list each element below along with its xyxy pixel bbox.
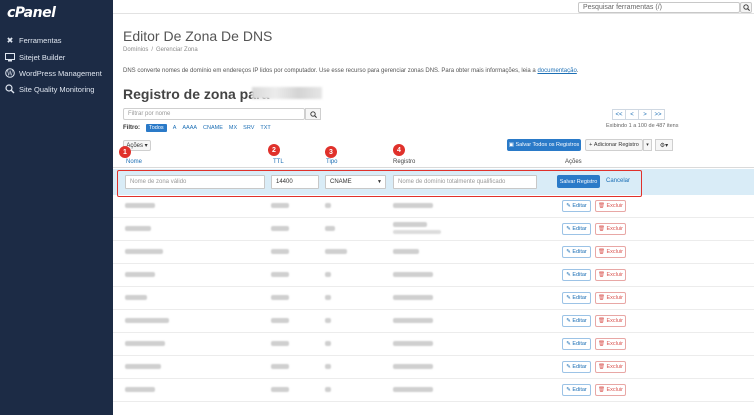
filter-type-a[interactable]: A	[173, 125, 177, 131]
edit-record-button[interactable]: ✎ Editar	[562, 361, 591, 373]
save-record-button[interactable]: Salvar Registro	[557, 175, 600, 188]
edit-record-button[interactable]: ✎ Editar	[562, 338, 591, 350]
filter-search-button[interactable]	[305, 108, 321, 120]
chevron-down-icon: ▾	[646, 142, 649, 148]
sidebar-item-label: Sitejet Builder	[19, 52, 66, 62]
table-row: ✎ Editar 🗑 Excluir	[113, 287, 754, 310]
sidebar-item-label: WordPress Management	[19, 68, 102, 78]
table-row: ✎ Editar 🗑 Excluir	[113, 241, 754, 264]
save-icon: ▣	[508, 142, 516, 148]
filter-type-all[interactable]: Todos	[146, 124, 167, 132]
cpanel-logo[interactable]: cPanel	[7, 5, 56, 21]
table-row: ✎ Editar 🗑 Excluir	[113, 264, 754, 287]
zone-section-title: Registro de zona para	[123, 86, 270, 102]
sidebar-item-ferramentas[interactable]: ✖ Ferramentas	[5, 34, 62, 46]
breadcrumb-manage-zone: Gerenciar Zona	[156, 47, 198, 53]
breadcrumb: Domínios / Gerenciar Zona	[123, 47, 198, 53]
column-actions: Ações	[565, 159, 582, 165]
save-all-records-button[interactable]: ▣ Salvar Todos os Registros	[507, 139, 581, 151]
record-type-select[interactable]: CNAME ▼	[325, 175, 386, 189]
delete-record-button[interactable]: 🗑 Excluir	[595, 292, 626, 304]
edit-record-button[interactable]: ✎ Editar	[562, 315, 591, 327]
edit-record-button[interactable]: ✎ Editar	[562, 292, 591, 304]
tools-icon: ✖	[6, 35, 14, 45]
annotation-marker-1: 1	[119, 146, 131, 158]
delete-record-button[interactable]: 🗑 Excluir	[595, 338, 626, 350]
table-row: ✎ Editar 🗑 Excluir	[113, 218, 754, 241]
annotation-marker-4: 4	[393, 144, 405, 156]
edit-record-button[interactable]: ✎ Editar	[562, 384, 591, 396]
breadcrumb-domains[interactable]: Domínios	[123, 47, 148, 53]
page-title: Editor De Zona De DNS	[123, 28, 273, 44]
search-icon[interactable]	[740, 2, 752, 13]
cancel-link[interactable]: Cancelar	[606, 178, 630, 184]
filter-type-aaaa[interactable]: AAAA	[182, 125, 197, 131]
pager-first[interactable]: <<	[612, 109, 626, 120]
settings-button[interactable]: ⚙▾	[655, 139, 673, 151]
documentation-link[interactable]: documentação	[537, 68, 576, 74]
table-row: ✎ Editar 🗑 Excluir	[113, 195, 754, 218]
filter-name-input[interactable]: Filtrar por nome	[123, 108, 305, 120]
monitoring-icon	[5, 84, 15, 94]
filter-type-mx[interactable]: MX	[229, 125, 237, 131]
redacted-domain	[252, 87, 322, 99]
table-row: ✎ Editar 🗑 Excluir	[113, 333, 754, 356]
filter-label: Filtro:	[123, 125, 140, 131]
add-record-button[interactable]: + Adicionar Registro	[585, 139, 643, 151]
column-type[interactable]: Tipo	[326, 159, 337, 165]
sidebar-item-sitejet[interactable]: Sitejet Builder	[5, 51, 65, 63]
sidebar-item-label: Ferramentas	[19, 35, 62, 45]
add-record-caret-button[interactable]: ▾	[643, 139, 652, 151]
table-row: ✎ Editar 🗑 Excluir	[113, 310, 754, 333]
column-ttl[interactable]: TTL	[273, 159, 284, 165]
sidebar: cPanel ✖ Ferramentas Sitejet Builder W W…	[0, 0, 113, 415]
gear-icon: ⚙▾	[659, 142, 669, 149]
edit-record-button[interactable]: ✎ Editar	[562, 269, 591, 281]
sidebar-item-label: Site Quality Monitoring	[19, 84, 95, 94]
delete-record-button[interactable]: 🗑 Excluir	[595, 200, 626, 212]
search-icon	[309, 110, 317, 118]
delete-record-button[interactable]: 🗑 Excluir	[595, 223, 626, 235]
delete-record-button[interactable]: 🗑 Excluir	[595, 361, 626, 373]
record-value-input[interactable]: Nome de domínio totalmente qualificado	[393, 175, 537, 189]
showing-count: Exibindo 1 a 100 de 487 itens	[606, 123, 679, 129]
table-row: ✎ Editar 🗑 Excluir	[113, 356, 754, 379]
annotation-marker-2: 2	[268, 144, 280, 156]
edit-record-button[interactable]: ✎ Editar	[562, 200, 591, 212]
annotation-marker-3: 3	[325, 146, 337, 158]
column-record: Registro	[393, 159, 416, 165]
edit-record-button[interactable]: ✎ Editar	[562, 246, 591, 258]
sidebar-item-site-quality[interactable]: Site Quality Monitoring	[5, 83, 94, 95]
tools-search-input[interactable]: Pesquisar ferramentas (/)	[578, 2, 740, 13]
column-name[interactable]: Nome	[126, 159, 142, 165]
sidebar-item-wordpress[interactable]: W WordPress Management	[5, 67, 102, 79]
pagination: << < > >>	[612, 109, 665, 120]
table-header: Nome TTL Tipo Registro Ações	[113, 157, 754, 168]
pager-next[interactable]: >	[638, 109, 652, 120]
delete-record-button[interactable]: 🗑 Excluir	[595, 315, 626, 327]
filter-types: Filtro: Todos A AAAA CNAME MX SRV TXT	[123, 124, 271, 132]
svg-text:W: W	[7, 70, 14, 77]
record-ttl-input[interactable]: 14400	[271, 175, 319, 189]
chevron-down-icon: ▼	[377, 179, 382, 185]
pager-last[interactable]: >>	[651, 109, 665, 120]
wordpress-icon: W	[5, 68, 15, 78]
filter-type-cname[interactable]: CNAME	[203, 125, 223, 131]
delete-record-button[interactable]: 🗑 Excluir	[595, 384, 626, 396]
filter-type-txt[interactable]: TXT	[260, 125, 270, 131]
pager-prev[interactable]: <	[625, 109, 639, 120]
delete-record-button[interactable]: 🗑 Excluir	[595, 269, 626, 281]
edit-record-button[interactable]: ✎ Editar	[562, 223, 591, 235]
delete-record-button[interactable]: 🗑 Excluir	[595, 246, 626, 258]
filter-type-srv[interactable]: SRV	[243, 125, 254, 131]
page-description: DNS converte nomes de domínio em endereç…	[123, 68, 579, 74]
monitor-icon	[5, 52, 15, 62]
table-row: ✎ Editar 🗑 Excluir	[113, 379, 754, 402]
record-name-input[interactable]: Nome de zona válido	[125, 175, 265, 189]
